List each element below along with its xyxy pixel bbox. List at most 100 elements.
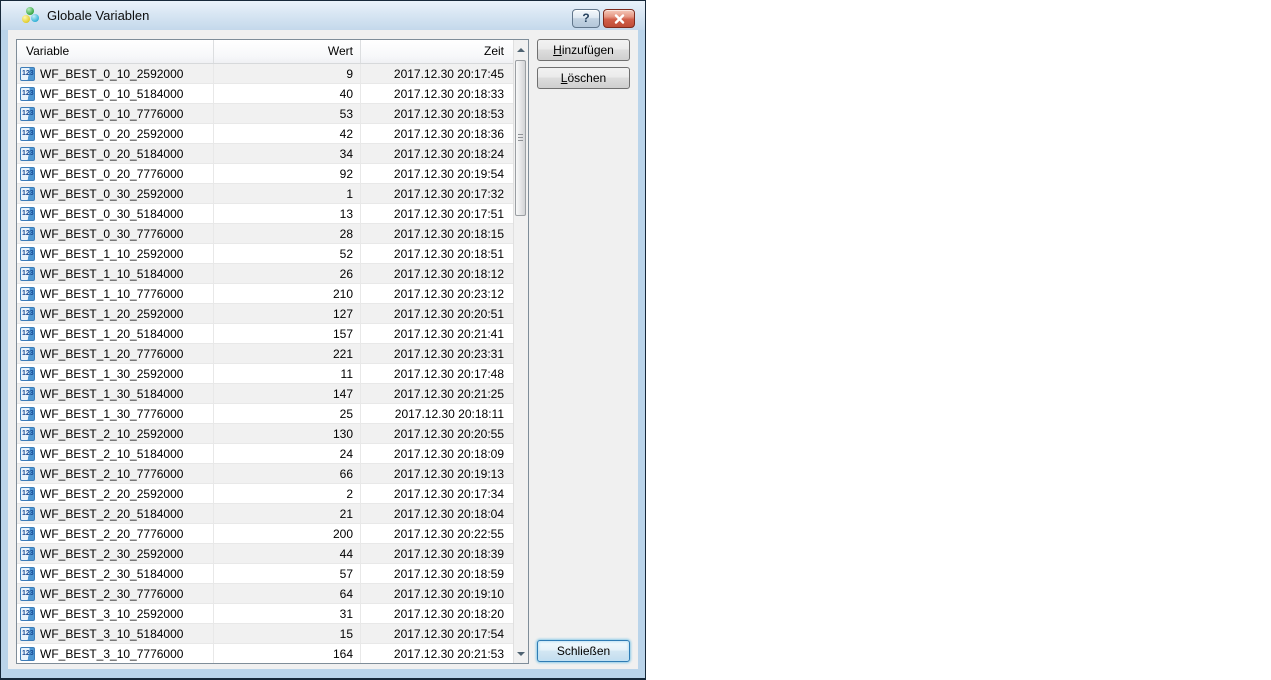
numeric-variable-icon: 123 [20, 527, 35, 541]
column-header-wert[interactable]: Wert [214, 40, 361, 63]
table-row[interactable]: 123 WF_BEST_0_30_5184000 13 2017.12.30 2… [17, 204, 513, 224]
table-row[interactable]: 123 WF_BEST_1_30_2592000 11 2017.12.30 2… [17, 364, 513, 384]
numeric-variable-icon: 123 [20, 507, 35, 521]
table-row[interactable]: 123 WF_BEST_0_10_7776000 53 2017.12.30 2… [17, 104, 513, 124]
table-row[interactable]: 123 WF_BEST_2_20_2592000 2 2017.12.30 20… [17, 484, 513, 504]
numeric-variable-icon: 123 [20, 367, 35, 381]
variable-name: WF_BEST_2_20_5184000 [40, 507, 184, 521]
variable-time: 2017.12.30 20:19:13 [393, 467, 504, 481]
variable-name: WF_BEST_1_30_5184000 [40, 387, 184, 401]
table-row[interactable]: 123 WF_BEST_1_10_7776000 210 2017.12.30 … [17, 284, 513, 304]
variable-time: 2017.12.30 20:17:54 [393, 627, 504, 641]
table-row[interactable]: 123 WF_BEST_2_20_7776000 200 2017.12.30 … [17, 524, 513, 544]
table-row[interactable]: 123 WF_BEST_1_30_7776000 25 2017.12.30 2… [17, 404, 513, 424]
vertical-scrollbar[interactable] [513, 40, 528, 663]
table-row[interactable]: 123 WF_BEST_0_30_2592000 1 2017.12.30 20… [17, 184, 513, 204]
variable-name: WF_BEST_0_10_7776000 [40, 107, 184, 121]
numeric-variable-icon: 123 [20, 487, 35, 501]
variable-value: 44 [214, 544, 361, 564]
table-row[interactable]: 123 WF_BEST_2_10_2592000 130 2017.12.30 … [17, 424, 513, 444]
variable-time: 2017.12.30 20:18:51 [393, 247, 504, 261]
scrollbar-grip-icon [518, 134, 523, 142]
variable-name: WF_BEST_2_20_7776000 [40, 527, 184, 541]
close-dialog-button[interactable]: Schließen [537, 640, 630, 662]
add-button[interactable]: Hinzufügen [537, 39, 630, 61]
table-row[interactable]: 123 WF_BEST_3_10_5184000 15 2017.12.30 2… [17, 624, 513, 644]
table-row[interactable]: 123 WF_BEST_2_30_2592000 44 2017.12.30 2… [17, 544, 513, 564]
table-row[interactable]: 123 WF_BEST_2_20_5184000 21 2017.12.30 2… [17, 504, 513, 524]
numeric-variable-icon: 123 [20, 107, 35, 121]
variable-time: 2017.12.30 20:18:36 [393, 127, 504, 141]
titlebar[interactable]: Globale Variablen ? [1, 1, 645, 30]
variable-time: 2017.12.30 20:20:51 [393, 307, 504, 321]
variable-value: 164 [214, 644, 361, 663]
column-header-variable[interactable]: Variable [17, 40, 214, 63]
table-row[interactable]: 123 WF_BEST_0_30_7776000 28 2017.12.30 2… [17, 224, 513, 244]
table-row[interactable]: 123 WF_BEST_0_10_2592000 9 2017.12.30 20… [17, 64, 513, 84]
numeric-variable-icon: 123 [20, 347, 35, 361]
numeric-variable-icon: 123 [20, 327, 35, 341]
table-row[interactable]: 123 WF_BEST_0_20_5184000 34 2017.12.30 2… [17, 144, 513, 164]
variable-name: WF_BEST_2_10_5184000 [40, 447, 184, 461]
variable-value: 28 [214, 224, 361, 244]
window-title: Globale Variablen [47, 8, 150, 23]
table-row[interactable]: 123 WF_BEST_1_30_5184000 147 2017.12.30 … [17, 384, 513, 404]
numeric-variable-icon: 123 [20, 187, 35, 201]
table-row[interactable]: 123 WF_BEST_0_20_2592000 42 2017.12.30 2… [17, 124, 513, 144]
numeric-variable-icon: 123 [20, 607, 35, 621]
variable-time: 2017.12.30 20:18:20 [393, 607, 504, 621]
close-button[interactable] [603, 9, 635, 28]
variable-name: WF_BEST_1_30_7776000 [40, 407, 184, 421]
numeric-variable-icon: 123 [20, 307, 35, 321]
table-row[interactable]: 123 WF_BEST_3_10_7776000 164 2017.12.30 … [17, 644, 513, 663]
dialog-client-area: Variable Wert Zeit 123 WF_BEST_0_10_2592… [8, 30, 638, 669]
scroll-down-button[interactable] [514, 645, 528, 663]
column-header-zeit[interactable]: Zeit [361, 40, 513, 63]
numeric-variable-icon: 123 [20, 227, 35, 241]
variable-value: 92 [214, 164, 361, 184]
variable-time: 2017.12.30 20:17:48 [393, 367, 504, 381]
variable-value: 221 [214, 344, 361, 364]
variable-value: 24 [214, 444, 361, 464]
numeric-variable-icon: 123 [20, 587, 35, 601]
variable-name: WF_BEST_0_20_5184000 [40, 147, 184, 161]
variable-value: 40 [214, 84, 361, 104]
help-button[interactable]: ? [572, 9, 600, 28]
table-row[interactable]: 123 WF_BEST_1_20_5184000 157 2017.12.30 … [17, 324, 513, 344]
variable-value: 147 [214, 384, 361, 404]
variable-time: 2017.12.30 20:21:25 [393, 387, 504, 401]
variable-value: 1 [214, 184, 361, 204]
variable-value: 42 [214, 124, 361, 144]
variable-time: 2017.12.30 20:19:10 [393, 587, 504, 601]
variable-time: 2017.12.30 20:19:54 [393, 167, 504, 181]
variable-time: 2017.12.30 20:17:51 [393, 207, 504, 221]
variable-time: 2017.12.30 20:18:59 [393, 567, 504, 581]
numeric-variable-icon: 123 [20, 567, 35, 581]
variable-name: WF_BEST_2_30_7776000 [40, 587, 184, 601]
variable-time: 2017.12.30 20:18:15 [393, 227, 504, 241]
table-row[interactable]: 123 WF_BEST_0_10_5184000 40 2017.12.30 2… [17, 84, 513, 104]
variable-value: 64 [214, 584, 361, 604]
variable-value: 31 [214, 604, 361, 624]
delete-button[interactable]: Löschen [537, 67, 630, 89]
variable-value: 52 [214, 244, 361, 264]
numeric-variable-icon: 123 [20, 127, 35, 141]
scrollbar-thumb[interactable] [515, 60, 526, 216]
table-row[interactable]: 123 WF_BEST_1_10_5184000 26 2017.12.30 2… [17, 264, 513, 284]
variable-value: 127 [214, 304, 361, 324]
table-row[interactable]: 123 WF_BEST_2_30_5184000 57 2017.12.30 2… [17, 564, 513, 584]
numeric-variable-icon: 123 [20, 147, 35, 161]
scroll-up-button[interactable] [514, 40, 528, 58]
variable-name: WF_BEST_1_10_5184000 [40, 267, 184, 281]
table-row[interactable]: 123 WF_BEST_2_10_5184000 24 2017.12.30 2… [17, 444, 513, 464]
table-row[interactable]: 123 WF_BEST_3_10_2592000 31 2017.12.30 2… [17, 604, 513, 624]
variable-name: WF_BEST_1_20_7776000 [40, 347, 184, 361]
table-row[interactable]: 123 WF_BEST_2_10_7776000 66 2017.12.30 2… [17, 464, 513, 484]
table-row[interactable]: 123 WF_BEST_1_20_7776000 221 2017.12.30 … [17, 344, 513, 364]
variable-value: 13 [214, 204, 361, 224]
table-row[interactable]: 123 WF_BEST_0_20_7776000 92 2017.12.30 2… [17, 164, 513, 184]
variable-value: 57 [214, 564, 361, 584]
table-row[interactable]: 123 WF_BEST_1_20_2592000 127 2017.12.30 … [17, 304, 513, 324]
table-row[interactable]: 123 WF_BEST_1_10_2592000 52 2017.12.30 2… [17, 244, 513, 264]
table-row[interactable]: 123 WF_BEST_2_30_7776000 64 2017.12.30 2… [17, 584, 513, 604]
